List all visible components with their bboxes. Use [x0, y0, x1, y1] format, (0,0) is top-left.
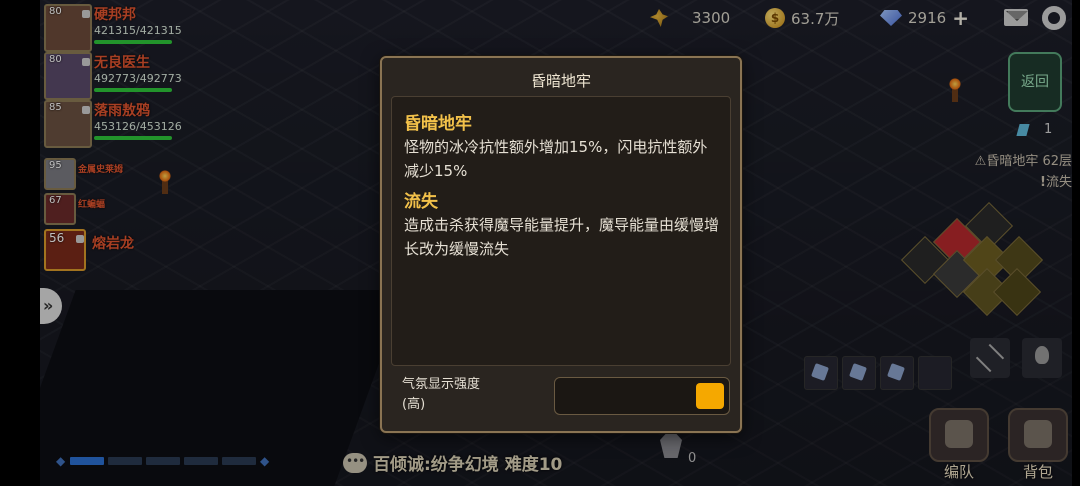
section-body: 怪物的冰冷抗性额外增加15%，闪电抗性额外减少15%	[404, 138, 708, 180]
section-body: 造成击杀获得魔导能量提升，魔导能量由缓慢增长改为缓慢流失	[404, 216, 720, 258]
description-panel: 昏暗地牢 怪物的冰冷抗性额外增加15%，闪电抗性额外减少15% 流失 造成击杀获…	[391, 96, 731, 366]
option-label-line2: (高)	[402, 397, 426, 412]
section-title: 流失	[404, 192, 438, 212]
section-title: 昏暗地牢	[404, 114, 472, 134]
ambience-intensity-label: 气氛显示强度 (高)	[402, 375, 480, 415]
option-label-line1: 气氛显示强度	[402, 377, 481, 392]
slider-knob[interactable]	[696, 383, 724, 409]
ambience-intensity-slider[interactable]	[554, 377, 730, 415]
dialog-title: 昏暗地牢	[530, 72, 591, 90]
dungeon-info-dialog: 昏暗地牢 昏暗地牢 怪物的冰冷抗性额外增加15%，闪电抗性额外减少15% 流失 …	[380, 56, 742, 433]
